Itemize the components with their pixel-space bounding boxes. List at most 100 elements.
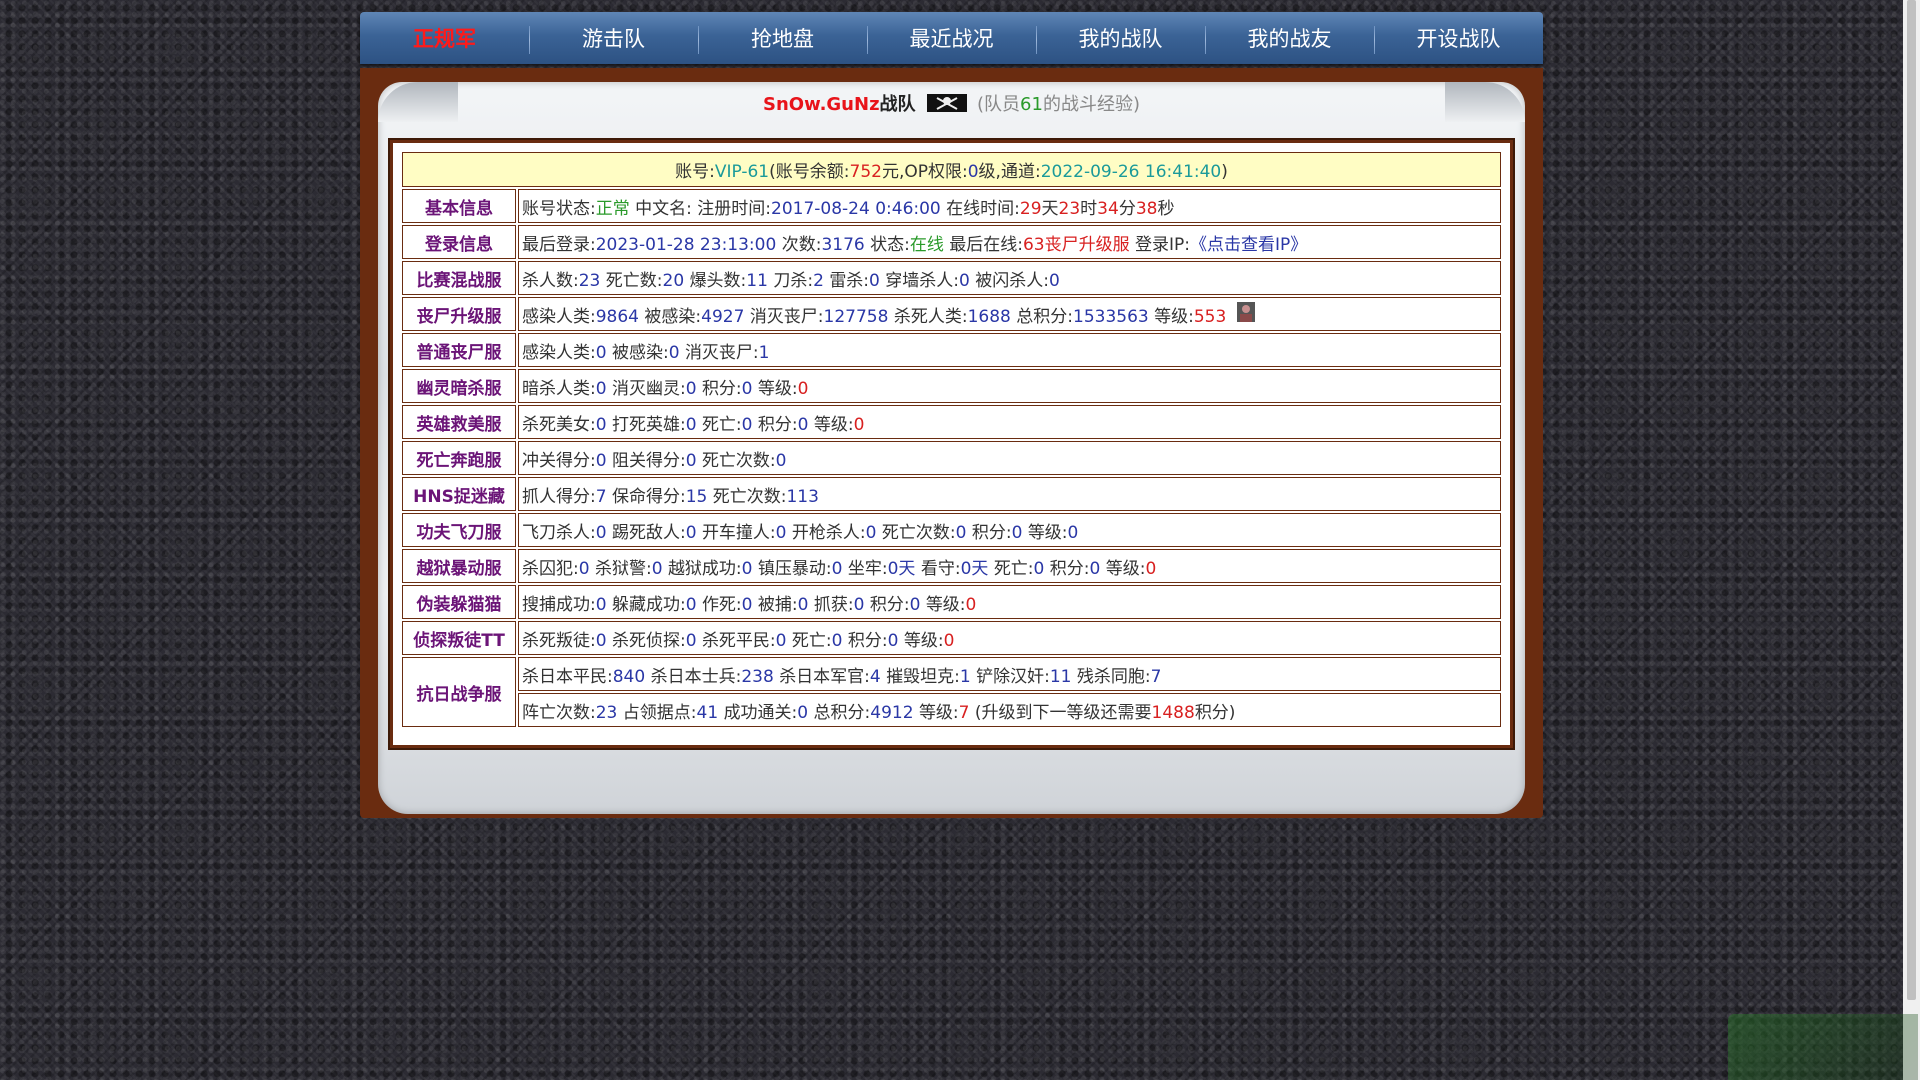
stat-value: 0 xyxy=(595,414,607,435)
stat-label: 杀死美女: xyxy=(522,414,596,435)
level-avatar-icon xyxy=(1236,301,1255,322)
stat-label: 被捕: xyxy=(757,594,798,615)
stat-value: 0 xyxy=(797,378,809,399)
stats-row: 越狱暴动服 杀囚犯:0 杀狱警:0 越狱成功:0 镇压暴动:0 坐牢:0天 看守:… xyxy=(402,549,1501,583)
stat-label: 等级: xyxy=(1027,522,1068,543)
stat-label: 等级: xyxy=(918,702,959,723)
stat-value: 7 xyxy=(595,486,607,507)
stat-value: 0 xyxy=(865,522,877,543)
stat-value: 0 xyxy=(595,450,607,471)
stat-value: 0 xyxy=(741,594,753,615)
page-scrollbar[interactable] xyxy=(1903,0,1920,1080)
nav-item[interactable]: 游击队 xyxy=(529,12,698,64)
stat-value: 553 xyxy=(1193,306,1227,327)
stat-value: 1533563 xyxy=(1073,306,1149,327)
stat-value: 0 xyxy=(685,378,697,399)
anti-japan-row-2: 阵亡次数:23 占领据点:41 成功通关:0 总积分:4912 等级:7 (升级… xyxy=(402,693,1501,727)
stat-value: 0 xyxy=(595,378,607,399)
stat-label: 消灭丧尸: xyxy=(684,342,759,363)
stat-value: 0 xyxy=(775,450,787,471)
stat-value: 4912 xyxy=(870,702,914,723)
stat-label: 越狱成功: xyxy=(667,558,742,579)
stat-label: 等级: xyxy=(1105,558,1146,579)
stat-value: 0 xyxy=(741,414,753,435)
row-values: 杀囚犯:0 杀狱警:0 越狱成功:0 镇压暴动:0 坐牢:0天 看守:0天 死亡… xyxy=(518,549,1501,583)
stat-value: 2 xyxy=(813,270,824,291)
stat-value: 0 xyxy=(869,270,880,291)
member-id: 61 xyxy=(1020,94,1043,115)
account-id: VIP-61 xyxy=(714,162,770,182)
stat-value: 0 xyxy=(595,630,607,651)
stat-label: 看守: xyxy=(920,558,961,579)
stats-row: 功夫飞刀服 飞刀杀人:0 踢死敌人:0 开车撞人:0 开枪杀人:0 死亡次数:0 … xyxy=(402,513,1501,547)
stat-value: 0 xyxy=(1145,558,1157,579)
online-label: 在线时间: xyxy=(946,198,1020,219)
stat-label: 铲除汉奸: xyxy=(976,666,1050,687)
upgrade-points: 1488 xyxy=(1151,702,1195,723)
stat-value: 0 xyxy=(943,630,955,651)
row-values: 搜捕成功:0 躲藏成功:0 作死:0 被捕:0 抓获:0 积分:0 等级:0 xyxy=(518,585,1501,619)
row-caption: 越狱暴动服 xyxy=(402,549,516,583)
stat-label: 被感染: xyxy=(611,342,669,363)
nav-item[interactable]: 我的战友 xyxy=(1205,12,1374,64)
stat-value: 0 xyxy=(685,414,697,435)
login-count-label: 次数: xyxy=(781,234,822,255)
stat-value: 840 xyxy=(612,666,646,687)
login-info-values: 最后登录:2023-01-28 23:13:00 次数:3176 状态:在线 最… xyxy=(518,225,1501,259)
account-row: 账号:VIP-61(账号余额:752元,OP权限:0级,通道:2022-09-2… xyxy=(402,152,1501,187)
stat-value: 0 xyxy=(909,594,921,615)
stat-value: 0 xyxy=(1048,270,1060,291)
nav-item[interactable]: 抢地盘 xyxy=(698,12,867,64)
stat-label: 感染人类: xyxy=(522,306,596,327)
row-caption: 幽灵暗杀服 xyxy=(402,369,516,403)
stat-label: 死亡次数: xyxy=(712,486,787,507)
stats-row: 丧尸升级服 感染人类:9864 被感染:4927 消灭丧尸:127758 杀死人类… xyxy=(402,297,1501,331)
nav-item[interactable]: 我的战队 xyxy=(1036,12,1205,64)
row-values: 杀日本平民:840 杀日本士兵:238 杀日本军官:4 摧毁坦克:1 铲除汉奸:… xyxy=(518,657,1501,691)
stat-label: 死亡: xyxy=(993,558,1034,579)
stat-value: 11 xyxy=(1049,666,1072,687)
stat-value: 0 xyxy=(955,522,967,543)
stat-label: 阵亡次数: xyxy=(522,702,596,723)
row-caption: 基本信息 xyxy=(402,189,516,223)
nav-item[interactable]: 最近战况 xyxy=(867,12,1036,64)
stat-value: 0 xyxy=(1011,522,1023,543)
stat-label: 雷杀: xyxy=(829,270,870,291)
stat-label: 等级: xyxy=(1154,306,1194,327)
stat-label: 作死: xyxy=(701,594,742,615)
stat-value: 0 xyxy=(887,630,899,651)
account-label: 账号: xyxy=(675,162,715,182)
stats-row: 普通丧尸服 感染人类:0 被感染:0 消灭丧尸:1 xyxy=(402,333,1501,367)
stat-value: 0 xyxy=(797,414,809,435)
stat-value: 0 xyxy=(1033,558,1045,579)
stat-value: 0 xyxy=(959,270,970,291)
stat-value: 0 xyxy=(668,342,680,363)
stat-label: 保命得分: xyxy=(611,486,686,507)
online-days: 29 xyxy=(1019,198,1042,219)
channel-time: 2022-09-26 16:41:40 xyxy=(1040,162,1222,182)
seconds-unit: 秒 xyxy=(1157,198,1175,219)
row-values: 冲关得分:0 阻关得分:0 死亡次数:0 xyxy=(518,441,1501,475)
stat-label: 等级: xyxy=(903,630,944,651)
stat-label: 等级: xyxy=(925,594,966,615)
stat-label: 等级: xyxy=(813,414,854,435)
view-ip-link[interactable]: 《点击查看IP》 xyxy=(1190,235,1307,255)
row-values: 感染人类:0 被感染:0 消灭丧尸:1 xyxy=(518,333,1501,367)
last-online-label: 最后在线: xyxy=(949,234,1023,255)
stat-value: 11 xyxy=(746,270,768,291)
stat-label: 消灭幽灵: xyxy=(611,378,686,399)
stat-value: 4 xyxy=(869,666,881,687)
stats-row: 死亡奔跑服 冲关得分:0 阻关得分:0 死亡次数:0 xyxy=(402,441,1501,475)
row-caption: 普通丧尸服 xyxy=(402,333,516,367)
scrollbar-thumb[interactable] xyxy=(1907,0,1916,1000)
nav-item[interactable]: 正规军 xyxy=(360,12,529,64)
stat-label: 杀死平民: xyxy=(701,630,776,651)
site-watermark-logo xyxy=(1728,1014,1918,1080)
stats-row: HNS捉迷藏 抓人得分:7 保命得分:15 死亡次数:113 xyxy=(402,477,1501,511)
nav-item[interactable]: 开设战队 xyxy=(1374,12,1543,64)
stat-value: 23 xyxy=(578,270,601,291)
stat-value: 23 xyxy=(595,702,618,723)
stat-label: 积分: xyxy=(701,378,742,399)
stat-label: 杀死叛徒: xyxy=(522,630,596,651)
balance-label: (账号余额: xyxy=(769,162,850,182)
